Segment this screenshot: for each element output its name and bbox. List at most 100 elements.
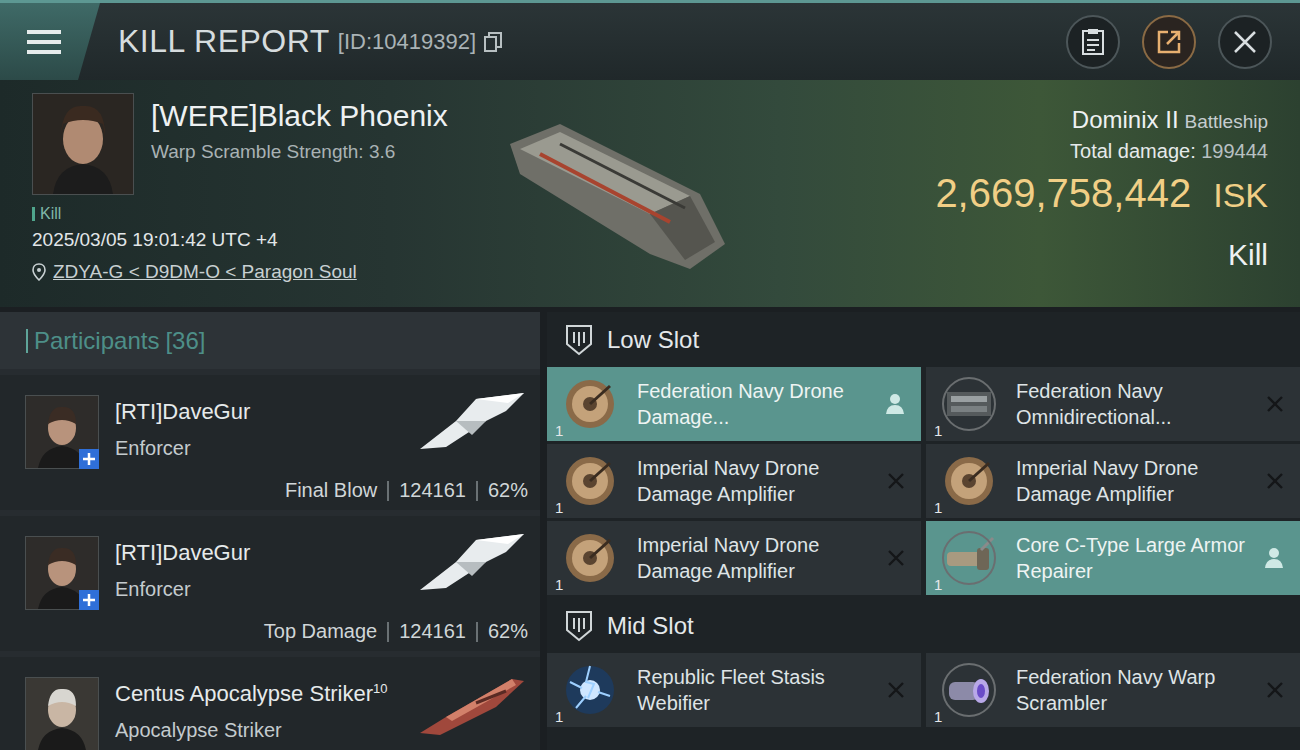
module-item[interactable]: 1 Federation Navy Omnidirectional...: [926, 367, 1300, 441]
ship-info: Dominix II Battleship Total damage: 199444…: [770, 80, 1300, 307]
item-name: Core C-Type Large Armor Repairer: [1016, 532, 1246, 584]
clipboard-button[interactable]: [1066, 15, 1120, 69]
fitting-panel: Low Slot 1 Federation Navy Drone Damage...…: [547, 312, 1300, 750]
module-item[interactable]: 1 Imperial Navy Drone Damage Amplifier: [547, 444, 921, 518]
drone-amplifier-icon: [562, 530, 618, 586]
clipboard-icon: [1081, 28, 1105, 56]
top-bar: KILL REPORT [ID:10419392]: [0, 0, 1300, 80]
enforcer-ship-icon: [416, 391, 528, 455]
participants-panel: Participants[36] [RTI]DaveGur Enforcer Fina…: [0, 312, 540, 750]
kill-datetime: 2025/03/05 19:01:42 UTC +4: [32, 229, 470, 251]
share-button[interactable]: [1142, 15, 1196, 69]
participant-portrait: [25, 395, 99, 469]
item-name: Imperial Navy Drone Damage Amplifier: [637, 455, 869, 507]
kill-report-screen: KILL REPORT [ID:10419392] [WERE]Black Phoe…: [0, 0, 1300, 750]
participant-row[interactable]: [RTI]DaveGur Enforcer Top Damage12416162%: [0, 516, 540, 651]
item-name: Republic Fleet Stasis Webifier: [637, 664, 869, 716]
destroyed-x-icon: [1266, 681, 1284, 699]
page-title: KILL REPORT: [118, 23, 330, 60]
title-group: KILL REPORT [ID:10419392]: [118, 23, 1066, 60]
participant-ship: Enforcer: [115, 578, 400, 601]
kill-location[interactable]: ZDYA-G < D9DM-O < Paragon Soul: [32, 261, 470, 283]
share-icon: [1155, 28, 1183, 56]
victim-banner: [WERE]Black Phoenix Warp Scramble Strengt…: [0, 80, 1300, 307]
module-item[interactable]: 1 Republic Fleet Stasis Webifier: [547, 653, 921, 727]
item-name: Imperial Navy Drone Damage Amplifier: [1016, 455, 1248, 507]
item-name: Federation Navy Omnidirectional...: [1016, 378, 1248, 430]
destroyed-x-icon: [1266, 472, 1284, 490]
close-icon: [1232, 29, 1258, 55]
omnidirectional-icon: [941, 376, 997, 432]
participant-stats: Top Damage12416162%: [25, 620, 528, 643]
dropped-person-icon: [1264, 547, 1284, 569]
victim-name: [WERE]Black Phoenix: [151, 99, 448, 133]
slot-icon: [565, 610, 593, 642]
warp-scramble-strength: Warp Scramble Strength: 3.6: [151, 141, 448, 163]
participant-ship: Enforcer: [115, 437, 400, 460]
item-quantity: 1: [934, 708, 942, 725]
participant-row[interactable]: [RTI]DaveGur Enforcer Final Blow12416162%: [0, 375, 540, 510]
menu-button[interactable]: [0, 3, 100, 80]
armor-repairer-icon: [941, 530, 997, 586]
module-item[interactable]: 1 Federation Navy Warp Scrambler: [926, 653, 1300, 727]
participant-name: [RTI]DaveGur: [115, 540, 400, 566]
kill-result: Kill: [1228, 238, 1268, 272]
participant-stats: Final Blow12416162%: [25, 479, 528, 502]
participant-name: [RTI]DaveGur: [115, 399, 400, 425]
top-actions: [1066, 15, 1300, 69]
slot-header: Mid Slot: [547, 598, 1300, 653]
ship-class: Battleship: [1185, 111, 1268, 133]
item-quantity: 1: [555, 499, 563, 516]
plus-badge-icon: [79, 590, 99, 610]
participants-header: Participants[36]: [0, 312, 540, 369]
participant-portrait: [25, 536, 99, 610]
copy-icon[interactable]: [484, 32, 502, 52]
victim-portrait: [32, 93, 134, 195]
dropped-person-icon: [885, 393, 905, 415]
participant-row[interactable]: Centus Apocalypse Striker10 Apocalypse St…: [0, 657, 540, 750]
destroyed-x-icon: [1266, 395, 1284, 413]
item-quantity: 1: [555, 576, 563, 593]
destroyed-x-icon: [887, 472, 905, 490]
isk-value: 2,669,758,442ISK: [935, 171, 1268, 216]
module-item[interactable]: 1 Core C-Type Large Armor Repairer: [926, 521, 1300, 595]
item-name: Federation Navy Drone Damage...: [637, 378, 867, 430]
drone-amplifier-icon: [562, 453, 618, 509]
drone-amplifier-icon: [941, 453, 997, 509]
item-name: Imperial Navy Drone Damage Amplifier: [637, 532, 869, 584]
slot-section: Mid Slot1Republic Fleet Stasis Webifier1…: [547, 598, 1300, 727]
warp-scrambler-icon: [941, 662, 997, 718]
participant-ship: Apocalypse Striker: [115, 719, 400, 742]
module-item[interactable]: 1 Imperial Navy Drone Damage Amplifier: [547, 521, 921, 595]
hamburger-icon: [27, 29, 61, 55]
ship-name: Dominix II: [1072, 106, 1179, 134]
slot-header: Low Slot: [547, 312, 1300, 367]
item-quantity: 1: [934, 499, 942, 516]
destroyed-x-icon: [887, 549, 905, 567]
item-quantity: 1: [555, 708, 563, 725]
module-item[interactable]: 1 Federation Navy Drone Damage...: [547, 367, 921, 441]
ship-image: [470, 80, 770, 307]
close-button[interactable]: [1218, 15, 1272, 69]
slot-section: Low Slot 1 Federation Navy Drone Damage...…: [547, 312, 1300, 595]
kill-tag: Kill: [32, 205, 470, 223]
pilot-portrait-icon: [33, 94, 133, 194]
participant-name: Centus Apocalypse Striker10: [115, 681, 400, 707]
report-id: [ID:10419392]: [338, 29, 476, 55]
details: Participants[36] [RTI]DaveGur Enforcer Fina…: [0, 307, 1300, 750]
pilot-portrait-icon: [26, 678, 98, 750]
location-pin-icon: [32, 263, 46, 281]
apocalypse-ship-icon: [416, 673, 528, 737]
item-quantity: 1: [555, 422, 563, 439]
victim-info: [WERE]Black Phoenix Warp Scramble Strengt…: [0, 80, 470, 307]
plus-badge-icon: [79, 449, 99, 469]
participant-portrait: [25, 677, 99, 750]
total-damage: Total damage: 199444: [1070, 140, 1268, 163]
drone-amplifier-icon: [562, 376, 618, 432]
item-quantity: 1: [934, 422, 942, 439]
item-name: Federation Navy Warp Scrambler: [1016, 664, 1248, 716]
item-quantity: 1: [934, 576, 942, 593]
destroyed-x-icon: [887, 681, 905, 699]
slot-icon: [565, 324, 593, 356]
module-item[interactable]: 1 Imperial Navy Drone Damage Amplifier: [926, 444, 1300, 518]
